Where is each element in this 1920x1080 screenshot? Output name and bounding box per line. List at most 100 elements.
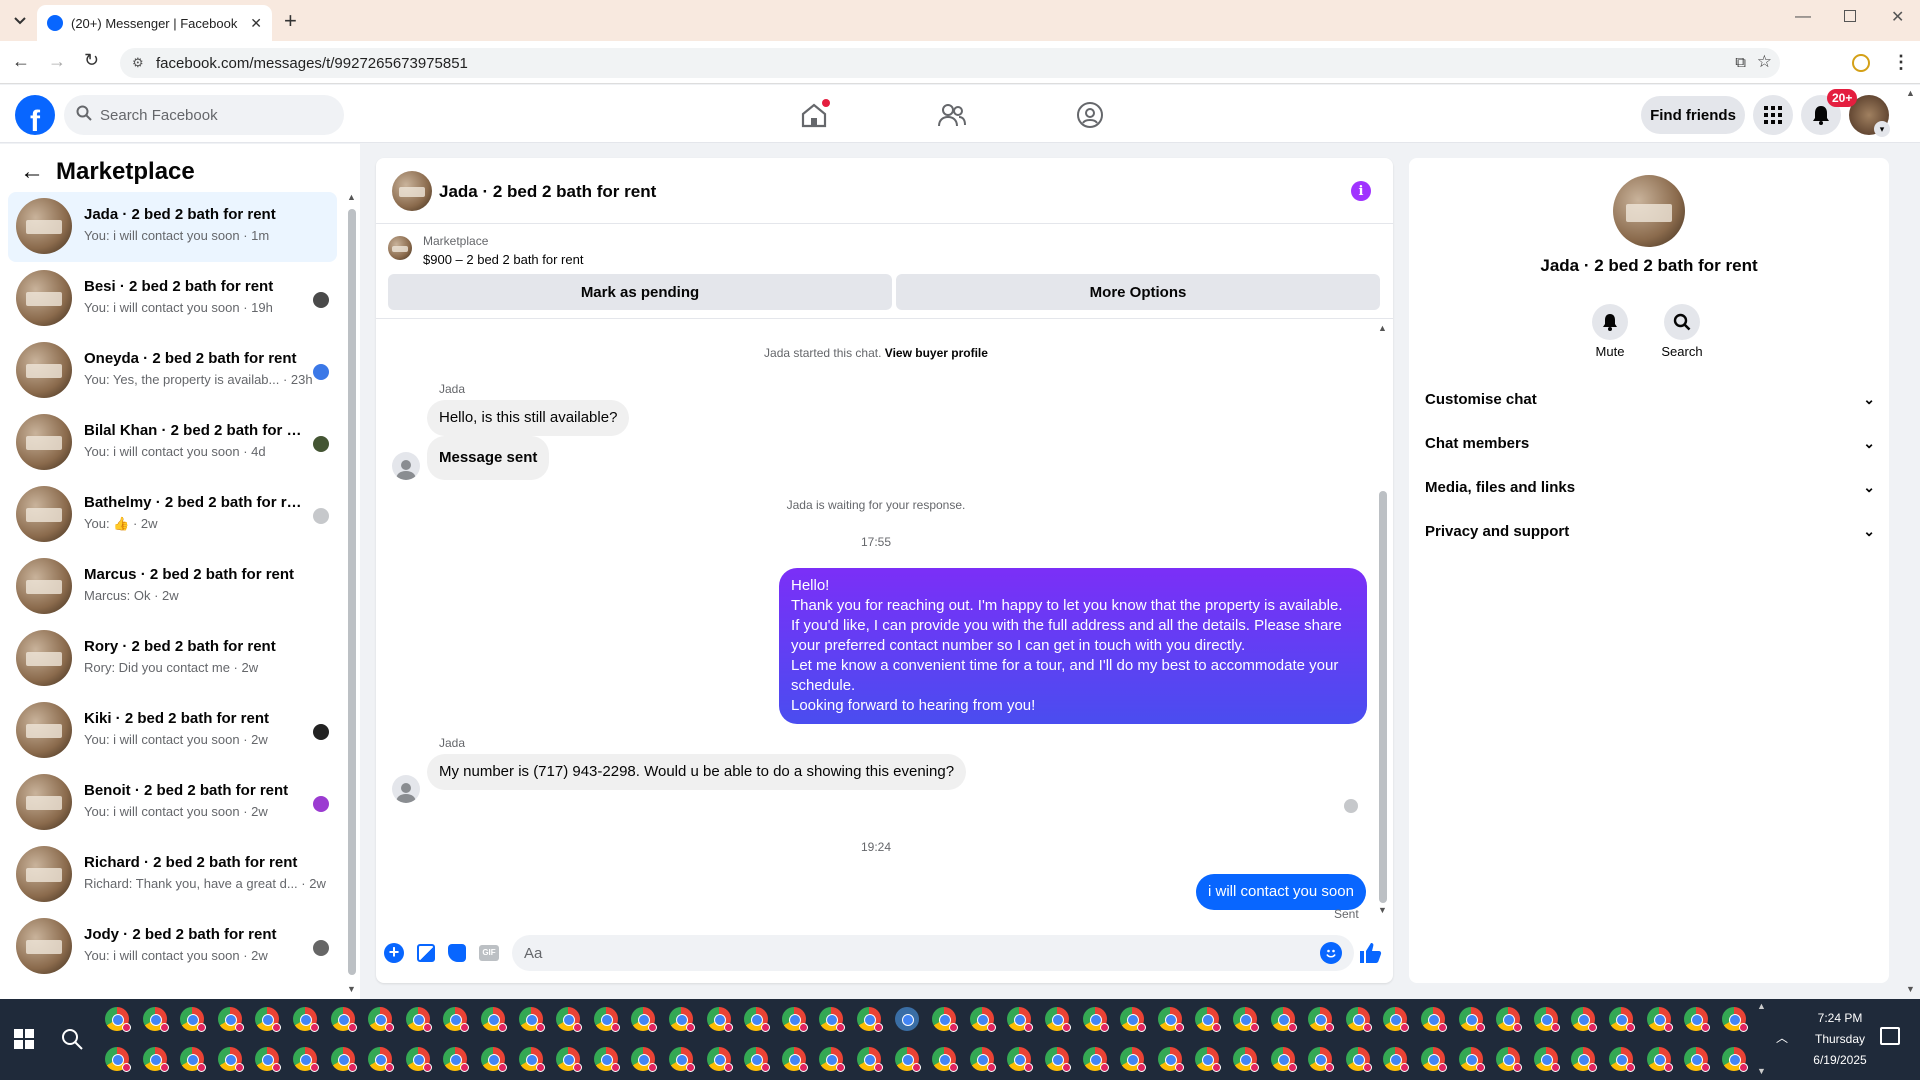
chrome-app-icon[interactable]: [857, 1007, 883, 1032]
chrome-app-icon[interactable]: [1383, 1047, 1410, 1072]
gif-icon[interactable]: GIF: [479, 945, 499, 961]
browser-menu-icon[interactable]: ⋮: [1892, 52, 1910, 73]
conversation-item[interactable]: Rory · 2 bed 2 bath for rent Rory: Did yo…: [8, 624, 337, 694]
chrome-app-icon[interactable]: [293, 1047, 319, 1072]
chrome-app-icon[interactable]: [1646, 1047, 1673, 1072]
sticker-icon[interactable]: [448, 944, 466, 962]
chrome-app-icon[interactable]: [1684, 1047, 1711, 1072]
chrome-app-icon[interactable]: [1270, 1007, 1297, 1032]
listing-title[interactable]: $900 – 2 bed 2 bath for rent: [423, 252, 583, 267]
chrome-app-icon[interactable]: [669, 1047, 695, 1072]
chrome-app-icon[interactable]: [1571, 1007, 1598, 1032]
chrome-app-icon[interactable]: [368, 1047, 395, 1072]
page-scroll-up-icon[interactable]: ▲: [1906, 88, 1915, 98]
chrome-app-icon[interactable]: [1045, 1007, 1071, 1032]
conversation-item[interactable]: Richard · 2 bed 2 bath for rent Richard: …: [8, 840, 337, 910]
view-buyer-profile-link[interactable]: View buyer profile: [885, 346, 988, 360]
chrome-app-icon[interactable]: [819, 1007, 846, 1032]
bookmark-star-icon[interactable]: ☆: [1757, 52, 1772, 72]
conversation-item[interactable]: Besi · 2 bed 2 bath for rent You: i will …: [8, 264, 337, 334]
chrome-app-icon[interactable]: [293, 1007, 319, 1032]
back-icon[interactable]: ←: [12, 51, 30, 72]
conversation-item[interactable]: Marcus · 2 bed 2 bath for rent Marcus: Ok…: [8, 552, 337, 622]
sender-avatar[interactable]: [392, 452, 420, 480]
chrome-app-icon[interactable]: [105, 1047, 131, 1072]
chrome-app-icon[interactable]: [1458, 1047, 1485, 1072]
chrome-app-icon[interactable]: [1458, 1007, 1485, 1032]
chrome-app-icon[interactable]: [932, 1047, 959, 1072]
chrome-app-icon[interactable]: [669, 1007, 695, 1032]
chrome-app-icon[interactable]: [1345, 1007, 1372, 1032]
incoming-message[interactable]: My number is (717) 943-2298. Would u be …: [427, 754, 967, 790]
chrome-app-icon[interactable]: [556, 1007, 583, 1032]
chrome-app-icon[interactable]: [1684, 1007, 1711, 1032]
chrome-app-icon[interactable]: [631, 1047, 658, 1072]
chrome-app-icon[interactable]: [443, 1047, 470, 1072]
search-conversation-button[interactable]: [1664, 304, 1700, 340]
chrome-app-icon[interactable]: [1345, 1047, 1372, 1072]
minimize-window-icon[interactable]: —: [1795, 8, 1811, 26]
groups-nav-icon[interactable]: [1076, 101, 1104, 129]
scroll-up-icon[interactable]: ▲: [347, 192, 356, 202]
chrome-app-icon[interactable]: [932, 1007, 959, 1032]
chat-header-title[interactable]: Jada · 2 bed 2 bath for rent: [439, 182, 656, 202]
info-icon[interactable]: i: [1351, 181, 1371, 201]
taskbar-search-icon[interactable]: [60, 1027, 84, 1051]
conversation-item[interactable]: Bilal Khan · 2 bed 2 bath for r... You: i…: [8, 408, 337, 478]
chrome-app-icon[interactable]: [556, 1047, 583, 1072]
chrome-app-icon[interactable]: [1571, 1047, 1598, 1072]
conversation-item[interactable]: Oneyda · 2 bed 2 bath for rent You: Yes, …: [8, 336, 337, 406]
install-app-icon[interactable]: ⧉: [1735, 54, 1746, 71]
more-actions-plus-icon[interactable]: +: [384, 943, 404, 963]
close-tab-icon[interactable]: ✕: [250, 15, 262, 32]
chrome-app-icon[interactable]: [518, 1007, 545, 1032]
chat-members-row[interactable]: Chat members ⌄: [1425, 425, 1875, 461]
clock-day[interactable]: Thursday: [1805, 1032, 1875, 1046]
more-options-button[interactable]: More Options: [896, 274, 1380, 310]
chrome-app-icon[interactable]: [105, 1007, 131, 1032]
chrome-app-icon[interactable]: [1496, 1047, 1523, 1072]
sidebar-scrollbar[interactable]: [348, 209, 356, 975]
chrome-app-icon[interactable]: [330, 1007, 357, 1032]
like-thumbs-up-icon[interactable]: [1358, 941, 1382, 965]
chat-header-avatar[interactable]: [392, 171, 432, 211]
chrome-app-icon[interactable]: [1007, 1047, 1034, 1072]
message-input[interactable]: Aa: [512, 935, 1354, 971]
chrome-app-icon[interactable]: [1195, 1047, 1222, 1072]
chrome-app-icon[interactable]: [1646, 1007, 1673, 1032]
chrome-app-icon[interactable]: [1157, 1047, 1184, 1072]
conversation-item[interactable]: Benoit · 2 bed 2 bath for rent You: i wil…: [8, 768, 337, 838]
chrome-app-icon[interactable]: [1533, 1007, 1560, 1032]
page-scroll-down-icon[interactable]: ▼: [1906, 984, 1915, 994]
incoming-message[interactable]: Message sent: [427, 436, 550, 480]
media-files-links-row[interactable]: Media, files and links ⌄: [1425, 469, 1875, 505]
conversation-item[interactable]: Jody · 2 bed 2 bath for rent You: i will …: [8, 912, 337, 982]
restore-window-icon[interactable]: [1844, 10, 1856, 22]
notification-center-icon[interactable]: [1880, 1027, 1900, 1045]
chrome-app-icon[interactable]: [1496, 1007, 1523, 1032]
chrome-app-icon[interactable]: [593, 1007, 620, 1032]
mark-as-pending-button[interactable]: Mark as pending: [388, 274, 892, 310]
chrome-app-icon[interactable]: [1270, 1047, 1297, 1072]
tab-list-icon[interactable]: [10, 11, 30, 31]
taskbar-scroll-up-icon[interactable]: ▲: [1757, 1001, 1766, 1011]
chrome-app-icon[interactable]: [405, 1047, 432, 1072]
privacy-support-row[interactable]: Privacy and support ⌄: [1425, 513, 1875, 549]
chrome-app-icon[interactable]: [142, 1047, 169, 1072]
chrome-app-icon[interactable]: [255, 1007, 282, 1032]
clock-date[interactable]: 6/19/2025: [1805, 1053, 1875, 1067]
chrome-app-icon[interactable]: [1609, 1047, 1635, 1072]
sender-avatar[interactable]: [392, 775, 420, 803]
chrome-app-icon[interactable]: [1421, 1007, 1447, 1032]
chrome-app-icon[interactable]: [180, 1007, 207, 1032]
chrome-app-icon[interactable]: [1233, 1047, 1259, 1072]
clock-time[interactable]: 7:24 PM: [1805, 1011, 1875, 1025]
conversation-item[interactable]: Kiki · 2 bed 2 bath for rent You: i will …: [8, 696, 337, 766]
details-avatar[interactable]: [1613, 175, 1685, 247]
chrome-app-icon[interactable]: [1308, 1007, 1335, 1032]
attach-photo-icon[interactable]: [417, 944, 435, 962]
chrome-app-icon[interactable]: [1120, 1007, 1147, 1032]
account-chevron-icon[interactable]: ▾: [1874, 121, 1890, 137]
reload-icon[interactable]: ↻: [84, 50, 99, 71]
chat-scrollbar[interactable]: [1379, 491, 1387, 903]
